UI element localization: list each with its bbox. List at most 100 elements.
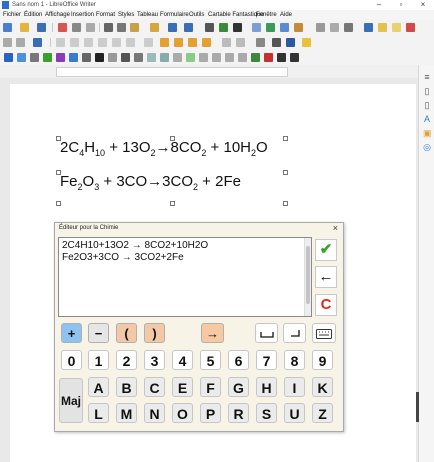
forward-icon[interactable] [16,38,25,47]
cartable-ruler-icon[interactable] [173,53,182,62]
minimize-button[interactable]: – [370,0,388,10]
backspace-button[interactable]: ← [315,266,337,288]
forward-one-icon[interactable] [174,38,183,47]
wrap-off-icon[interactable] [112,38,121,47]
key-letter-u[interactable]: U [284,403,305,423]
keyboard-toggle-key[interactable] [312,323,336,343]
line-style-icon[interactable] [272,38,281,47]
gallery-icon[interactable]: ▣ [423,129,432,138]
key-letter-h[interactable]: H [256,377,277,397]
key-digit-9[interactable]: 9 [312,350,333,370]
cartable-measure-icon[interactable] [147,53,156,62]
align-center-icon[interactable] [70,38,79,47]
export-pdf-icon[interactable] [58,23,67,32]
maximize-button[interactable]: ▫ [392,0,410,10]
menu-tableau[interactable]: Tableau [137,10,158,20]
cartable-stop-icon[interactable] [264,53,273,62]
key-letter-f[interactable]: F [200,377,221,397]
back-icon[interactable] [3,38,12,47]
new-document-icon[interactable] [3,23,12,32]
paste-icon[interactable] [130,23,139,32]
print-preview-icon[interactable] [86,23,95,32]
formula-combustion[interactable]: 2C4H10 + 13O2→8CO2 + 10H2O [60,139,268,158]
key-letter-s[interactable]: S [256,403,277,423]
cartable-geometry-icon[interactable] [160,53,169,62]
menu-fenetre[interactable]: Fenêtre [256,10,277,20]
clone-formatting-icon[interactable] [150,23,159,32]
formula-reduction[interactable]: Fe2O3 + 3CO→3CO2 + 2Fe [60,173,241,192]
key-digit-6[interactable]: 6 [228,350,249,370]
menu-styles[interactable]: Styles [118,10,134,20]
key-letter-b[interactable]: B [116,377,137,397]
cartable-grid-icon[interactable] [30,53,39,62]
cartable-chemistry-icon[interactable] [238,53,247,62]
key-letter-e[interactable]: E [172,377,193,397]
cartable-pin-icon[interactable] [95,53,104,62]
border-color-icon[interactable] [286,38,295,47]
key-digit-4[interactable]: 4 [172,350,193,370]
cartable-play-icon[interactable] [251,53,260,62]
cartable-operation-icon[interactable] [199,53,208,62]
bring-to-front-icon[interactable] [160,38,169,47]
cartable-layout-icon[interactable] [17,53,26,62]
styles-icon[interactable]: A [423,115,431,124]
background-color-icon[interactable] [302,38,311,47]
key-letter-a[interactable]: A [88,377,109,397]
key-digit-5[interactable]: 5 [200,350,221,370]
key-digit-8[interactable]: 8 [284,350,305,370]
key-letter-p[interactable]: P [200,403,221,423]
selection-handle[interactable] [56,201,61,206]
cartable-frame-icon[interactable] [121,53,130,62]
validate-button[interactable]: ✔ [315,239,337,261]
cartable-text-icon[interactable] [69,53,78,62]
key-close-paren[interactable]: ) [144,323,165,343]
editor-scrollbar-thumb[interactable] [306,246,310,304]
page-icon[interactable]: ▯ [423,101,431,110]
back-one-icon[interactable] [188,38,197,47]
wrap-optimal-icon[interactable] [144,38,153,47]
anchor-icon[interactable] [33,38,42,47]
clear-button[interactable]: C [315,294,337,316]
key-maj-shift[interactable]: Maj [59,378,83,423]
cartable-syllable-icon[interactable] [56,53,65,62]
enter-key[interactable] [283,323,306,343]
cartable-color-icon[interactable] [43,53,52,62]
selection-handle[interactable] [170,201,175,206]
cartable-menu-icon[interactable] [4,53,13,62]
menu-insertion[interactable]: Insertion [71,10,94,20]
menu-formulaire[interactable]: Formulaire [160,10,189,20]
spelling-icon[interactable] [219,23,228,32]
space-key[interactable] [255,323,278,343]
key-letter-m[interactable]: M [116,403,137,423]
key-arrow[interactable]: → [201,323,224,343]
hamburger-menu-icon[interactable]: ≡ [423,73,431,82]
key-digit-3[interactable]: 3 [144,350,165,370]
open-folder-icon[interactable] [20,23,29,32]
menu-edition[interactable]: Édition [24,10,42,20]
editor-scrollbar[interactable] [304,238,311,316]
menu-fichier[interactable]: Fichier [3,10,21,20]
selection-handle[interactable] [283,201,288,206]
hyperlink-icon[interactable] [364,23,373,32]
justify-icon[interactable] [98,38,107,47]
key-letter-l[interactable]: L [88,403,109,423]
formatting-marks-icon[interactable] [233,23,242,32]
cartable-zoom-icon[interactable] [134,53,143,62]
selection-handle[interactable] [283,136,288,141]
cartable-record-icon[interactable] [277,53,286,62]
send-to-back-icon[interactable] [202,38,211,47]
wrap-on-icon[interactable] [126,38,135,47]
key-open-paren[interactable]: ( [116,323,137,343]
navigator-icon[interactable]: ◎ [423,143,431,152]
insert-image-icon[interactable] [266,23,275,32]
selection-handle[interactable] [283,170,288,175]
key-letter-z[interactable]: Z [312,403,333,423]
insert-textbox-icon[interactable] [294,23,303,32]
properties-icon[interactable]: ▯ [423,87,431,96]
print-icon[interactable] [72,23,81,32]
special-character-icon[interactable] [344,23,353,32]
comment-icon[interactable] [392,23,401,32]
insert-page-break-icon[interactable] [316,23,325,32]
key-digit-1[interactable]: 1 [88,350,109,370]
key-minus[interactable]: − [88,323,109,343]
